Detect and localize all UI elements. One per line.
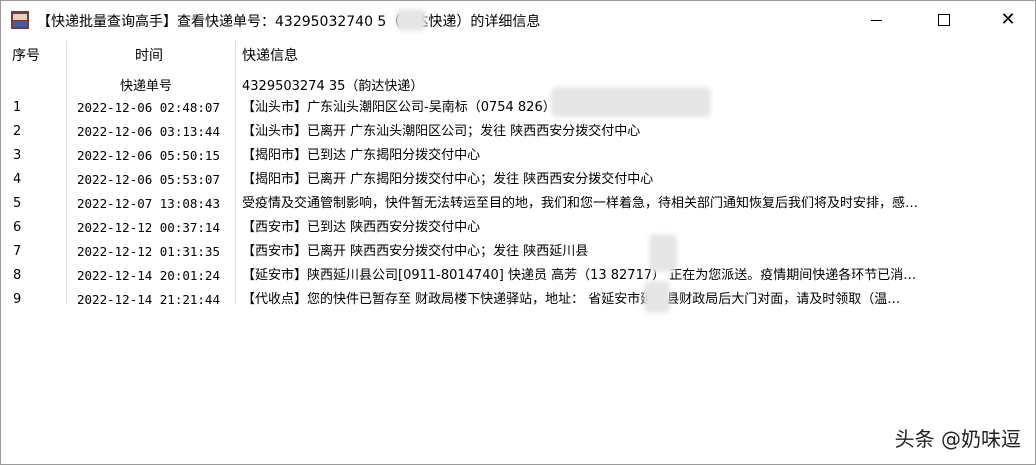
row-time: 2022-12-14 20:01:24 [77,268,220,283]
row-info: 【代收点】您的快件已暂存至 财政局楼下快递驿站，地址： 省延安市延川县财政局后大… [242,292,901,307]
row-index: 2 [13,124,22,139]
minimize-button[interactable] [853,1,899,39]
row-info: 【延安市】陕西延川县公司[0911-8014740] 快递员 高芳（13 827… [242,268,917,283]
privacy-blur [644,281,670,313]
row-time: 2022-12-06 05:50:15 [77,148,220,163]
app-icon [11,11,29,29]
header-index[interactable]: 序号 [12,41,40,72]
row-time: 2022-12-07 13:08:43 [77,196,220,211]
header-time[interactable]: 时间 [135,41,163,72]
row-index: 6 [13,220,22,235]
row-index: 4 [13,172,22,187]
row-time: 2022-12-12 01:31:35 [77,244,220,259]
row-index: 9 [13,292,22,307]
table-header: 序号 时间 快递信息 [1,41,1035,72]
privacy-blur [649,234,677,272]
minimize-icon [870,19,882,21]
row-index: 3 [13,148,22,163]
table-row[interactable]: 7 2022-12-12 01:31:35 【西安市】已离开 陕西西安分拨交付中… [1,240,1035,263]
tracking-number-value: 4329503274 35（韵达快递） [242,79,424,94]
title-bar[interactable]: 【快递批量查询高手】查看快递单号：43295032740 5（韵达快递）的详细信… [1,1,1035,39]
row-info: 【揭阳市】已到达 广东揭阳分拨交付中心 [242,148,481,163]
close-icon: ✕ [1000,9,1016,30]
row-time: 2022-12-06 02:48:07 [77,100,220,115]
table-row[interactable]: 3 2022-12-06 05:50:15 【揭阳市】已到达 广东揭阳分拨交付中… [1,144,1035,167]
row-index: 5 [13,196,22,211]
row-index: 8 [13,268,22,283]
maximize-button[interactable] [921,1,967,39]
table-row[interactable]: 4 2022-12-06 05:53:07 【揭阳市】已离开 广东揭阳分拨交付中… [1,168,1035,191]
table-row[interactable]: 6 2022-12-12 00:37:14 【西安市】已到达 陕西西安分拨交付中… [1,216,1035,239]
row-time: 2022-12-12 00:37:14 [77,220,220,235]
close-button[interactable]: ✕ [985,1,1031,39]
row-info: 【西安市】已到达 陕西西安分拨交付中心 [242,220,481,235]
window-title: 【快递批量查询高手】查看快递单号：43295032740 5（韵达快递）的详细信… [37,14,541,30]
maximize-icon [938,14,950,26]
row-time: 2022-12-06 05:53:07 [77,172,220,187]
header-info[interactable]: 快递信息 [242,41,298,72]
table-row[interactable]: 5 2022-12-07 13:08:43 受疫情及交通管制影响，快件暂无法转运… [1,192,1035,215]
row-info: 【汕头市】已离开 广东汕头潮阳区公司；发往 陕西西安分拨交付中心 [242,124,641,139]
row-info: 【西安市】已离开 陕西西安分拨交付中心；发往 陕西延川县 [242,244,589,259]
table-row[interactable]: 9 2022-12-14 21:21:44 【代收点】您的快件已暂存至 财政局楼… [1,288,1035,311]
row-time: 2022-12-06 03:13:44 [77,124,220,139]
row-info: 受疫情及交通管制影响，快件暂无法转运至目的地，我们和您一样着急，待相关部门通知恢… [242,196,919,211]
table-row[interactable]: 1 2022-12-06 02:48:07 【汕头市】广东汕头潮阳区公司-吴南标… [1,96,1035,119]
privacy-blur [551,87,711,117]
app-window: 【快递批量查询高手】查看快递单号：43295032740 5（韵达快递）的详细信… [0,0,1036,465]
privacy-blur [396,9,426,31]
watermark: 头条 @奶味逗 [894,427,1021,451]
table-row[interactable]: 2 2022-12-06 03:13:44 【汕头市】已离开 广东汕头潮阳区公司… [1,120,1035,143]
tracking-number-row: 快递单号 4329503274 35（韵达快递） [1,72,1035,97]
row-index: 7 [13,244,22,259]
tracking-number-label: 快递单号 [120,79,173,94]
row-time: 2022-12-14 21:21:44 [77,292,220,307]
row-info: 【揭阳市】已离开 广东揭阳分拨交付中心；发往 陕西西安分拨交付中心 [242,172,654,187]
table-row[interactable]: 8 2022-12-14 20:01:24 【延安市】陕西延川县公司[0911-… [1,264,1035,287]
row-index: 1 [13,100,22,115]
tracking-table[interactable]: 序号 时间 快递信息 快递单号 4329503274 35（韵达快递） 1 20… [1,9,1035,461]
